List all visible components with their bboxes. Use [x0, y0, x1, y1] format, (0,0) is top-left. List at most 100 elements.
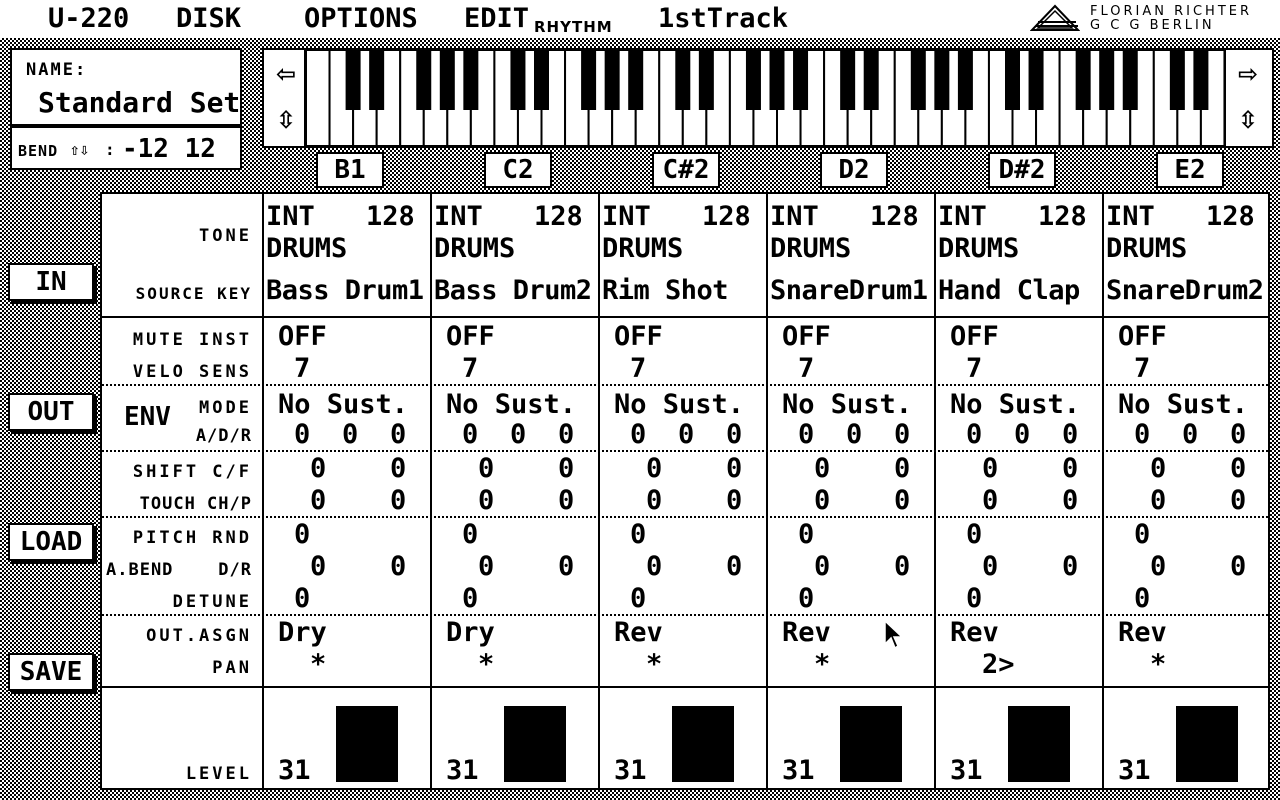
shift-coarse-value[interactable]: 0: [310, 454, 326, 484]
touch-p-value[interactable]: 0: [1062, 486, 1078, 516]
shift-fine-value[interactable]: 0: [894, 454, 910, 484]
abend-r-value[interactable]: 0: [1230, 552, 1246, 582]
note-label-2[interactable]: C2: [484, 152, 552, 188]
white-key[interactable]: [306, 50, 331, 146]
abend-d-value[interactable]: 0: [1150, 552, 1166, 582]
velo-sens-value[interactable]: 7: [798, 354, 814, 384]
env-release-value[interactable]: 0: [1230, 420, 1246, 450]
black-key[interactable]: [510, 50, 526, 110]
pan-value[interactable]: 2>: [982, 650, 1015, 680]
env-attack-value[interactable]: 0: [798, 420, 814, 450]
black-key[interactable]: [581, 50, 597, 110]
touch-ch-value[interactable]: 0: [982, 486, 998, 516]
level-value[interactable]: 31: [1118, 756, 1151, 786]
env-mode-value[interactable]: No Sust.: [614, 390, 744, 420]
black-key[interactable]: [369, 50, 385, 110]
tone-type-value[interactable]: INT: [770, 202, 819, 232]
name-value[interactable]: Standard Set: [38, 86, 240, 119]
black-key[interactable]: [1005, 50, 1020, 110]
black-key[interactable]: [1122, 50, 1138, 110]
shift-fine-value[interactable]: 0: [1062, 454, 1078, 484]
keyboard-scroll-left-icon[interactable]: ⇦: [266, 60, 306, 88]
source-key-value[interactable]: Rim Shot: [602, 276, 729, 306]
black-key[interactable]: [675, 50, 691, 110]
tone-number-value[interactable]: 128: [534, 202, 583, 232]
touch-p-value[interactable]: 0: [726, 486, 742, 516]
pan-value[interactable]: *: [310, 650, 326, 680]
tone-type-value[interactable]: INT: [1106, 202, 1155, 232]
touch-ch-value[interactable]: 0: [814, 486, 830, 516]
name-panel[interactable]: NAME: Standard Set: [10, 48, 242, 126]
level-bar[interactable]: [1008, 706, 1070, 782]
pan-value[interactable]: *: [646, 650, 662, 680]
black-key[interactable]: [863, 50, 879, 110]
tone-group-value[interactable]: DRUMS: [938, 234, 1019, 264]
note-label-5[interactable]: D#2: [988, 152, 1056, 188]
env-decay-value[interactable]: 0: [1014, 420, 1030, 450]
detune-value[interactable]: 0: [630, 584, 646, 614]
shift-coarse-value[interactable]: 0: [646, 454, 662, 484]
mute-inst-value[interactable]: OFF: [950, 322, 999, 352]
level-bar[interactable]: [1176, 706, 1238, 782]
tone-type-value[interactable]: INT: [602, 202, 651, 232]
bend-value[interactable]: -12 12: [122, 134, 216, 164]
tone-group-value[interactable]: DRUMS: [602, 234, 683, 264]
black-key[interactable]: [534, 50, 549, 110]
black-key[interactable]: [1075, 50, 1091, 110]
level-value[interactable]: 31: [950, 756, 983, 786]
detune-value[interactable]: 0: [798, 584, 814, 614]
pan-value[interactable]: *: [814, 650, 830, 680]
piano-keyboard[interactable]: [306, 50, 1224, 146]
tone-number-value[interactable]: 128: [1206, 202, 1255, 232]
touch-p-value[interactable]: 0: [1230, 486, 1246, 516]
source-key-value[interactable]: Bass Drum1: [266, 276, 424, 306]
touch-p-value[interactable]: 0: [558, 486, 574, 516]
black-key[interactable]: [345, 50, 361, 110]
black-key[interactable]: [416, 50, 432, 110]
abend-d-value[interactable]: 0: [814, 552, 830, 582]
level-bar[interactable]: [336, 706, 398, 782]
black-key[interactable]: [439, 50, 455, 110]
black-key[interactable]: [628, 50, 644, 110]
abend-r-value[interactable]: 0: [558, 552, 574, 582]
note-label-6[interactable]: E2: [1156, 152, 1224, 188]
tone-group-value[interactable]: DRUMS: [266, 234, 347, 264]
source-key-value[interactable]: SnareDrum2: [1106, 276, 1264, 306]
pitch-rnd-value[interactable]: 0: [798, 520, 814, 550]
velo-sens-value[interactable]: 7: [966, 354, 982, 384]
shift-coarse-value[interactable]: 0: [478, 454, 494, 484]
shift-fine-value[interactable]: 0: [390, 454, 406, 484]
velo-sens-value[interactable]: 7: [630, 354, 646, 384]
tone-number-value[interactable]: 128: [702, 202, 751, 232]
save-button[interactable]: SAVE: [8, 653, 94, 691]
abend-r-value[interactable]: 0: [726, 552, 742, 582]
in-button[interactable]: IN: [8, 263, 94, 301]
pitch-rnd-value[interactable]: 0: [462, 520, 478, 550]
env-attack-value[interactable]: 0: [966, 420, 982, 450]
env-release-value[interactable]: 0: [894, 420, 910, 450]
black-key[interactable]: [1028, 50, 1044, 110]
touch-p-value[interactable]: 0: [894, 486, 910, 516]
env-decay-value[interactable]: 0: [1182, 420, 1198, 450]
level-bar[interactable]: [504, 706, 566, 782]
env-release-value[interactable]: 0: [390, 420, 406, 450]
mute-inst-value[interactable]: OFF: [782, 322, 831, 352]
abend-d-value[interactable]: 0: [982, 552, 998, 582]
level-value[interactable]: 31: [614, 756, 647, 786]
env-decay-value[interactable]: 0: [678, 420, 694, 450]
menu-options[interactable]: OPTIONS: [304, 2, 418, 36]
touch-ch-value[interactable]: 0: [1150, 486, 1166, 516]
env-mode-value[interactable]: No Sust.: [950, 390, 1080, 420]
tone-type-value[interactable]: INT: [266, 202, 315, 232]
out-asgn-value[interactable]: Rev: [782, 618, 831, 648]
shift-fine-value[interactable]: 0: [1230, 454, 1246, 484]
tone-group-value[interactable]: DRUMS: [1106, 234, 1187, 264]
black-key[interactable]: [1099, 50, 1115, 110]
abend-r-value[interactable]: 0: [1062, 552, 1078, 582]
tone-number-value[interactable]: 128: [366, 202, 415, 232]
out-asgn-value[interactable]: Dry: [278, 618, 327, 648]
keyboard-scroll-right-icon[interactable]: ⇨: [1228, 60, 1268, 88]
source-key-value[interactable]: SnareDrum1: [770, 276, 928, 306]
env-decay-value[interactable]: 0: [510, 420, 526, 450]
level-value[interactable]: 31: [446, 756, 479, 786]
